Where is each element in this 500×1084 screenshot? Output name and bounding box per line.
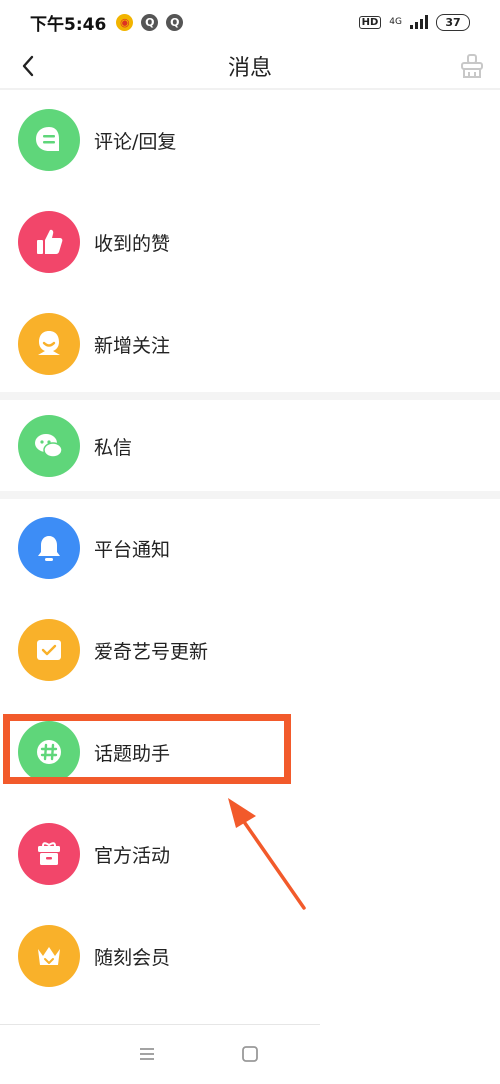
envelope-check-icon xyxy=(18,619,80,681)
status-right: HD 4G 37 xyxy=(358,13,470,31)
menu-nav-button[interactable] xyxy=(137,1044,157,1064)
highlight-box xyxy=(3,714,291,784)
chevron-left-icon xyxy=(22,55,34,77)
qq-notification-icon-2: Q xyxy=(166,13,184,31)
home-square-icon xyxy=(242,1046,258,1062)
qq-notification-icon: Q xyxy=(141,13,159,31)
menu-item-iqiyi-updates[interactable]: 爱奇艺号更新 xyxy=(0,600,500,700)
crown-icon xyxy=(18,925,80,987)
menu-item-label: 官方活动 xyxy=(94,844,171,867)
menu-item-label: 爱奇艺号更新 xyxy=(94,640,209,663)
clear-unread-button[interactable] xyxy=(458,52,486,80)
menu-item-label: 平台通知 xyxy=(94,538,171,561)
weibo-notification-icon: ◉ xyxy=(116,13,134,31)
menu-item-label: 随刻会员 xyxy=(94,946,171,969)
network-type: 4G xyxy=(389,17,402,27)
hd-badge: HD xyxy=(358,15,382,29)
menu-item-label: 新增关注 xyxy=(94,334,171,357)
signal-icon xyxy=(410,15,428,29)
page-title: 消息 xyxy=(227,56,272,81)
notification-icons: ◉ Q Q xyxy=(116,13,184,31)
status-bar: 下午5:46 ◉ Q Q HD 4G 37 xyxy=(0,0,500,44)
back-button[interactable] xyxy=(14,52,42,80)
new-follower-icon xyxy=(18,313,80,375)
menu-item-label: 评论/回复 xyxy=(94,130,177,153)
menu-item-comments[interactable]: 评论/回复 xyxy=(0,90,500,190)
menu-item-likes[interactable]: 收到的赞 xyxy=(0,192,500,292)
thumbs-up-icon xyxy=(18,211,80,273)
menu-item-label: 私信 xyxy=(94,436,133,459)
hamburger-icon xyxy=(140,1048,154,1060)
menu-item-new-followers[interactable]: 新增关注 xyxy=(0,294,500,394)
menu-item-private-messages[interactable]: 私信 xyxy=(0,396,500,496)
header: 消息 xyxy=(0,44,500,88)
bottom-divider xyxy=(0,1024,320,1025)
menu-item-platform-notice[interactable]: 平台通知 xyxy=(0,498,500,598)
menu-item-label: 收到的赞 xyxy=(94,232,171,255)
battery-indicator: 37 xyxy=(436,13,470,31)
broom-icon xyxy=(461,54,483,78)
gift-box-icon xyxy=(18,823,80,885)
status-time: 下午5:46 xyxy=(30,14,107,35)
chat-bubbles-icon xyxy=(18,415,80,477)
annotation-arrow-icon xyxy=(228,798,306,910)
bell-icon xyxy=(18,517,80,579)
comment-icon xyxy=(18,109,80,171)
menu-item-vip[interactable]: 随刻会员 xyxy=(0,906,500,1006)
home-nav-button[interactable] xyxy=(240,1044,260,1064)
